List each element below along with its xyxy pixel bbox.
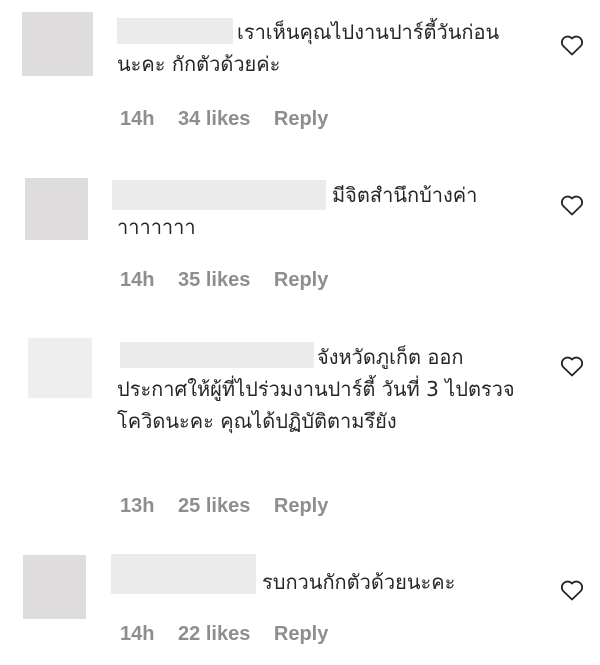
comment-meta: 14h 22 likes Reply — [120, 623, 346, 646]
likes-count[interactable]: 22 likes — [178, 623, 250, 645]
avatar[interactable] — [22, 12, 93, 76]
comment-text: จังหวัดภูเก็ต ออกประกาศให้ผู้ที่ไปร่วมงา… — [117, 345, 515, 433]
heart-icon[interactable] — [560, 34, 584, 56]
comment-time: 14h — [120, 108, 155, 130]
comment-item: จังหวัดภูเก็ต ออกประกาศให้ผู้ที่ไปร่วมงา… — [0, 320, 600, 540]
likes-count[interactable]: 25 likes — [178, 495, 250, 517]
comment-meta: 14h 35 likes Reply — [120, 269, 346, 292]
avatar[interactable] — [28, 338, 92, 398]
heart-icon[interactable] — [560, 194, 584, 216]
reply-button[interactable]: Reply — [274, 269, 328, 291]
comment-meta: 14h 34 likes Reply — [120, 108, 346, 131]
heart-icon[interactable] — [560, 355, 584, 377]
comment-item: มีจิตสำนึกบ้างค่าาาาาาาา 14h 35 likes Re… — [0, 160, 600, 320]
comment-time: 13h — [120, 495, 155, 517]
comment-time: 14h — [120, 269, 155, 291]
heart-icon[interactable] — [560, 579, 584, 601]
reply-button[interactable]: Reply — [274, 495, 328, 517]
comment-item: รบกวนกักตัวด้วยนะคะ 14h 22 likes Reply — [0, 540, 600, 665]
comment-item: เราเห็นคุณไปงานปาร์ตี้วันก่อนนะคะ กักตัว… — [0, 0, 600, 160]
reply-button[interactable]: Reply — [274, 623, 328, 645]
avatar[interactable] — [23, 555, 86, 619]
reply-button[interactable]: Reply — [274, 108, 328, 130]
comment-text: มีจิตสำนึกบ้างค่าาาาาาาา — [117, 183, 478, 239]
avatar[interactable] — [25, 178, 88, 240]
comment-meta: 13h 25 likes Reply — [120, 495, 346, 518]
comment-text: เราเห็นคุณไปงานปาร์ตี้วันก่อนนะคะ กักตัว… — [117, 20, 500, 76]
likes-count[interactable]: 34 likes — [178, 108, 250, 130]
comment-text: รบกวนกักตัวด้วยนะคะ — [262, 570, 456, 594]
likes-count[interactable]: 35 likes — [178, 269, 250, 291]
comment-time: 14h — [120, 623, 155, 645]
